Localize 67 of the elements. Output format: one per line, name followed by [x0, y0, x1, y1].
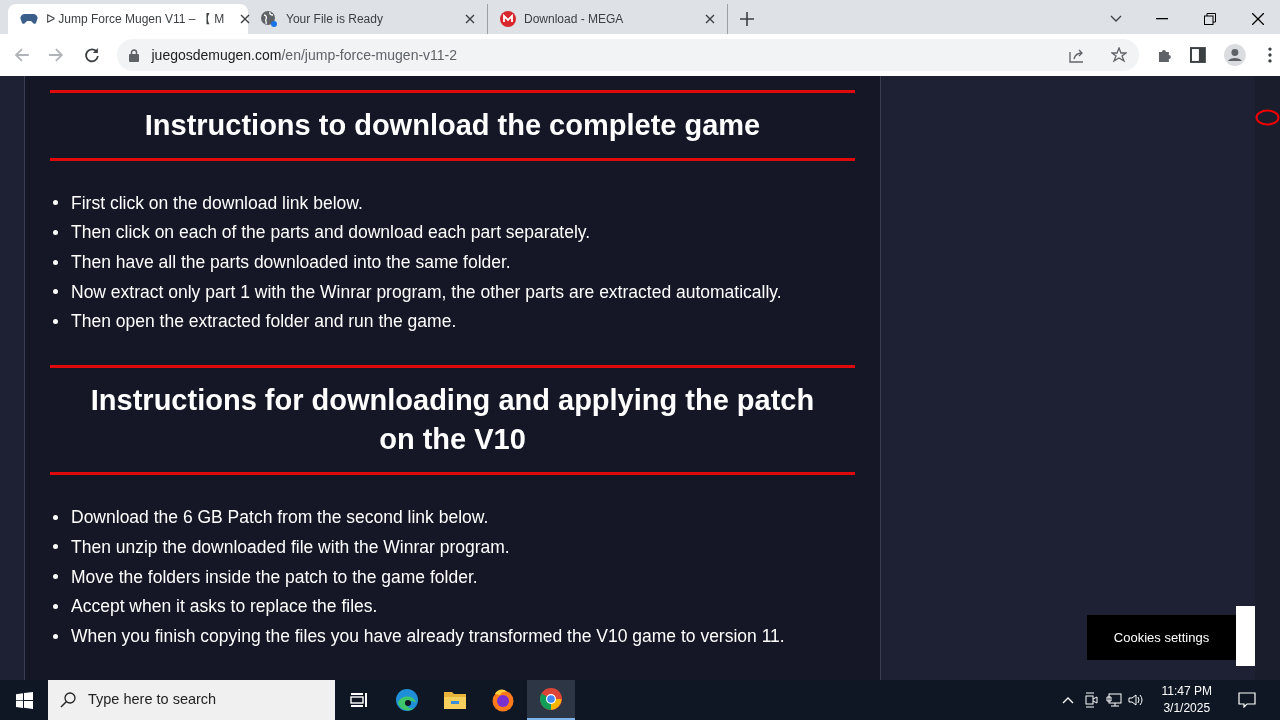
bullet-icon [53, 289, 58, 295]
list-item-text: Accept when it asks to replace the files. [71, 595, 378, 619]
bookmark-star-icon[interactable] [1110, 47, 1127, 63]
chrome-browser-icon[interactable] [539, 687, 563, 711]
globe-icon [260, 10, 278, 28]
taskbar-app[interactable] [527, 680, 575, 720]
side-panel-icon[interactable] [1190, 47, 1207, 63]
list-item-text: Then have all the parts downloaded into the same folder. [71, 251, 511, 275]
bullet-icon [53, 544, 58, 550]
close-icon[interactable] [705, 14, 715, 24]
address-bar[interactable]: juegosdemugen.com/en/jump-force-mugen-v11-2 [117, 39, 1139, 71]
edge-browser-icon[interactable] [395, 688, 419, 712]
close-icon[interactable] [465, 14, 475, 24]
section-heading: Instructions for downloading and applying the patch on the V10 [89, 383, 816, 458]
bullet-icon [53, 514, 58, 520]
clock-time[interactable]: 11:47 PM [1161, 683, 1212, 700]
task-view-icon[interactable] [350, 692, 368, 708]
bullet-icon [53, 259, 58, 265]
camera-icon[interactable] [1083, 692, 1098, 708]
network-icon[interactable] [1105, 692, 1122, 708]
scrollbar[interactable] [1255, 76, 1280, 680]
list-item-text: Then click on each of the parts and download each part separately. [71, 221, 591, 245]
list-item-text: Then unzip the downloaded file with the Winrar program. [71, 535, 510, 559]
search-input[interactable]: Type here to search [88, 689, 308, 711]
bullet-icon [53, 230, 58, 236]
section-heading: Instructions to download the complete game [143, 108, 762, 143]
list-item-text: Download the 6 GB Patch from the second link below. [71, 506, 489, 530]
share-icon[interactable] [1068, 47, 1085, 63]
search-field[interactable]: Type here to search [48, 680, 335, 720]
reload-icon[interactable] [83, 47, 100, 63]
bullet-icon [53, 603, 58, 609]
lock-icon[interactable] [129, 48, 140, 62]
clock-date[interactable]: 3/1/2025 [1163, 700, 1211, 717]
folder-icon[interactable] [443, 690, 467, 710]
menu-icon[interactable] [1268, 47, 1272, 63]
cookies-settings-button[interactable]: Cookies settings [1087, 615, 1236, 660]
bullet-icon [53, 574, 58, 580]
profile-avatar-icon[interactable] [1224, 44, 1247, 66]
browser-tab[interactable]: ᐅ Jump Force Mugen V11 – 【 M [8, 4, 248, 34]
list-item-text: Now extract only part 1 with the Winrar program, the other parts are extracted automatically. [71, 280, 782, 304]
bullet-icon [53, 200, 58, 206]
windows-start-icon[interactable] [15, 691, 33, 709]
chevron-up-icon[interactable] [1061, 696, 1074, 704]
bullet-icon [53, 633, 58, 639]
bullet-icon [53, 319, 58, 325]
minimize-icon[interactable] [1156, 18, 1168, 20]
tab-title: ᐅ Jump Force Mugen V11 – 【 M [46, 11, 225, 28]
restore-icon[interactable] [1204, 13, 1216, 25]
list-item-text: When you finish copying the files you have already transformed the V10 game to version 11. [71, 624, 785, 648]
search-icon [60, 692, 76, 708]
close-icon[interactable] [1252, 13, 1264, 25]
new-tab-icon[interactable] [740, 12, 754, 26]
oval-marker-icon [1255, 109, 1280, 126]
firefox-browser-icon[interactable] [491, 688, 515, 712]
extensions-icon[interactable] [1156, 47, 1173, 63]
dropdown-icon[interactable] [1110, 15, 1122, 23]
list-item-text: First click on the download link below. [71, 191, 363, 215]
mega-logo-icon [500, 11, 516, 27]
gamepad-icon [20, 13, 38, 25]
notification-icon[interactable] [1238, 692, 1256, 708]
list-item-text: Move the folders inside the patch to the game folder. [71, 565, 478, 589]
speaker-icon[interactable] [1127, 692, 1144, 708]
close-icon[interactable] [240, 14, 251, 24]
url-text: juegosdemugen.com/en/jump-force-mugen-v11-2 [151, 45, 458, 65]
tab-title: Your File is Ready [286, 11, 383, 28]
tab-title: Download - MEGA [524, 11, 624, 28]
list-item-text: Then open the extracted folder and run the game. [71, 310, 457, 334]
